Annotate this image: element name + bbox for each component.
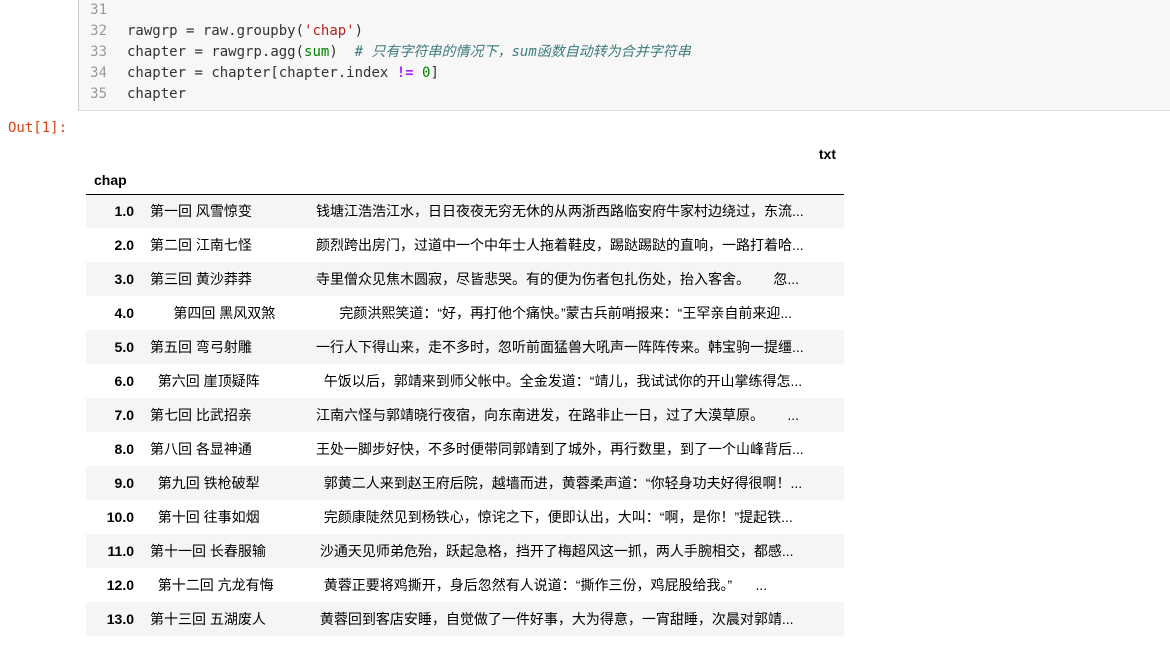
- code-token: # 只有字符串的情况下，sum函数自动转为合并字符串: [354, 44, 691, 60]
- table-row: 2.0 第二回 江南七怪 颜烈跨出房门，过道中一个中年士人拖着鞋皮，踢跶踢跶的直响，…: [86, 228, 844, 262]
- output-area: txt chap 1.0 第一回 风雪惊变 钱塘江浩浩江水，日日夜夜无穷无休的从两浙…: [86, 136, 846, 636]
- chapter-text-cell: 一行人下得山来，走不多时，忽听前面猛兽大吼声一阵阵传来。韩宝驹一提缰...: [316, 339, 804, 355]
- code-token: ): [329, 44, 355, 60]
- code-token: =: [177, 23, 203, 39]
- code-line[interactable]: chapter: [127, 84, 691, 105]
- code-token: chapter[chapter.index: [211, 65, 397, 81]
- code-token: chapter: [127, 44, 187, 60]
- table-row: 7.0 第七回 比武招亲 江南六怪与郭靖晓行夜宿，向东南进发，在路非止一日，过了大漠…: [86, 398, 844, 432]
- table-row: 5.0 第五回 弯弓射雕 一行人下得山来，走不多时，忽听前面猛兽大吼声一阵阵传来。韩…: [86, 330, 844, 364]
- code-editor[interactable]: rawgrp = raw.groupby('chap') chapter = ra…: [127, 0, 691, 105]
- table-row: 13.0 第十三回 五湖废人 黄蓉回到客店安睡，自觉做了一件好事，大为得意，一宵甜…: [86, 602, 844, 636]
- row-index: 10.0: [106, 509, 134, 525]
- chapter-text-cell: 沙通天见师弟危殆，跃起急格，挡开了梅超风这一抓，两人手腕相交，都感...: [316, 543, 794, 559]
- chapter-title-cell: 第十三回 五湖废人: [150, 611, 266, 627]
- code-token: chapter: [127, 86, 187, 102]
- code-cell[interactable]: 31 32 33 34 35 rawgrp = raw.groupby('chap') c…: [78, 0, 1170, 111]
- line-number-gutter: 31 32 33 34 35: [79, 0, 113, 105]
- code-token: =: [186, 65, 212, 81]
- line-number: 33: [90, 44, 107, 60]
- chapter-title-cell: 第十一回 长春服输: [150, 543, 266, 559]
- chapter-title-cell: 第五回 弯弓射雕: [150, 339, 252, 355]
- chapter-title-cell: 第七回 比武招亲: [150, 407, 252, 423]
- chapter-text-cell: 寺里僧众见焦木圆寂，尽皆悲哭。有的便为伤者包扎伤处，抬入客舍。 忽...: [316, 271, 800, 287]
- table-row: 3.0 第三回 黄沙莽莽 寺里僧众见焦木圆寂，尽皆悲哭。有的便为伤者包扎伤处，抬入客…: [86, 262, 844, 296]
- chapter-text-cell: 王处一脚步好快，不多时便带同郭靖到了城外，再行数里，到了一个山峰背后...: [316, 441, 804, 457]
- column-header-txt: txt: [818, 146, 836, 162]
- table-row: 6.0 第六回 崖顶疑阵 午饭以后，郭靖来到师父帐中。全金发道：“靖儿，我试试你…: [86, 364, 844, 398]
- chapter-text-cell: 黄蓉正要将鸡撕开，身后忽然有人说道：“撕作三份，鸡屁股给我。” ...: [316, 577, 768, 593]
- code-line[interactable]: [127, 0, 691, 21]
- dataframe-table: txt chap 1.0 第一回 风雪惊变 钱塘江浩浩江水，日日夜夜无穷无休的从两浙…: [86, 136, 844, 636]
- code-token: rawgrp.agg(: [211, 44, 305, 60]
- row-index: 3.0: [114, 271, 134, 287]
- row-index: 11.0: [107, 543, 134, 559]
- chapter-title-cell: 第一回 风雪惊变: [150, 203, 252, 220]
- table-row: 8.0 第八回 各显神通 王处一脚步好快，不多时便带同郭靖到了城外，再行数里，到了一…: [86, 432, 844, 466]
- line-number: 32: [90, 23, 107, 39]
- row-index: 5.0: [114, 339, 134, 355]
- table-row: 12.0 第十二回 亢龙有悔 黄蓉正要将鸡撕开，身后忽然有人说道：“撕作三份，鸡…: [86, 568, 844, 602]
- code-token: rawgrp: [127, 23, 178, 39]
- blank-header-cell: [86, 136, 142, 166]
- code-token: 'chap': [304, 23, 355, 39]
- output-prompt: Out[1]:: [8, 120, 68, 136]
- table-row: 10.0 第十回 往事如烟 完颜康陡然见到杨铁心，惊诧之下，便即认出，大叫：“啊…: [86, 500, 844, 534]
- line-number: 34: [90, 65, 107, 81]
- row-index: 4.0: [114, 305, 134, 321]
- column-header-row: txt: [86, 136, 844, 166]
- chapter-title-cell: 第十二回 亢龙有悔: [150, 577, 274, 593]
- chapter-text-cell: 午饭以后，郭靖来到师父帐中。全金发道：“靖儿，我试试你的开山掌练得怎...: [316, 373, 803, 389]
- table-row: 1.0 第一回 风雪惊变 钱塘江浩浩江水，日日夜夜无穷无休的从两浙西路临安府牛家村边…: [86, 194, 844, 228]
- chapter-text-cell: 钱塘江浩浩江水，日日夜夜无穷无休的从两浙西路临安府牛家村边绕过，东流...: [316, 203, 804, 220]
- row-index: 8.0: [114, 441, 134, 457]
- table-row: 9.0 第九回 铁枪破犁 郭黄二人来到赵王府后院，越墙而进，黄蓉柔声道：“你轻身…: [86, 466, 844, 500]
- chapter-title-cell: 第十回 往事如烟: [150, 509, 260, 525]
- chapter-text-cell: 黄蓉回到客店安睡，自觉做了一件好事，大为得意，一宵甜睡，次晨对郭靖...: [316, 611, 794, 627]
- chapter-title-cell: 第四回 黑风双煞: [150, 305, 276, 321]
- row-index: 6.0: [114, 373, 134, 389]
- chapter-title-cell: 第六回 崖顶疑阵: [150, 373, 260, 389]
- code-token: =: [186, 44, 212, 60]
- code-token: raw.groupby(: [202, 23, 305, 39]
- chapter-text-cell: 完颜洪熙笑道：“好，再打他个痛快。”蒙古兵前哨报来：“王罕亲自前来迎...: [316, 305, 792, 321]
- chapter-title-cell: 第八回 各显神通: [150, 441, 252, 457]
- chapter-title-cell: 第二回 江南七怪: [150, 237, 252, 253]
- code-line[interactable]: chapter = chapter[chapter.index != 0]: [127, 63, 691, 84]
- line-number: 35: [90, 86, 107, 102]
- code-token: chapter: [127, 65, 187, 81]
- chapter-title-cell: 第九回 铁枪破犁: [150, 475, 260, 491]
- code-line[interactable]: rawgrp = raw.groupby('chap'): [127, 21, 691, 42]
- chapter-text-cell: 郭黄二人来到赵王府后院，越墙而进，黄蓉柔声道：“你轻身功夫好得很啊！...: [316, 475, 803, 491]
- row-index: 2.0: [114, 237, 134, 253]
- index-header-chap: chap: [94, 171, 127, 188]
- chapter-title-cell: 第三回 黄沙莽莽: [150, 271, 252, 287]
- row-index: 12.0: [106, 577, 134, 593]
- row-index: 13.0: [106, 611, 134, 627]
- code-token: ): [354, 23, 364, 39]
- code-token: sum: [304, 44, 330, 60]
- row-index: 1.0: [114, 203, 134, 220]
- table-row: 11.0 第十一回 长春服输 沙通天见师弟危殆，跃起急格，挡开了梅超风这一抓，两人…: [86, 534, 844, 568]
- code-token: !=: [396, 65, 414, 81]
- chapter-text-cell: 颜烈跨出房门，过道中一个中年士人拖着鞋皮，踢跶踢跶的直响，一路打着哈...: [316, 237, 804, 253]
- row-index: 9.0: [114, 475, 134, 491]
- chapter-text-cell: 江南六怪与郭靖晓行夜宿，向东南进发，在路非止一日，过了大漠草原。 ...: [316, 407, 800, 423]
- blank-header-cell: [308, 166, 844, 194]
- line-number: 31: [90, 2, 107, 18]
- row-index: 7.0: [114, 407, 134, 423]
- table-row: 4.0 第四回 黑风双煞 完颜洪熙笑道：“好，再打他个痛快。”蒙古兵前哨报来：“…: [86, 296, 844, 330]
- code-token: ]: [430, 65, 439, 81]
- code-line[interactable]: chapter = rawgrp.agg(sum) # 只有字符串的情况下，su…: [127, 42, 691, 63]
- blank-header-cell: [142, 166, 308, 194]
- chapter-text-cell: 完颜康陡然见到杨铁心，惊诧之下，便即认出，大叫：“啊，是你！”提起铁...: [316, 509, 793, 525]
- index-header-row: chap: [86, 166, 844, 194]
